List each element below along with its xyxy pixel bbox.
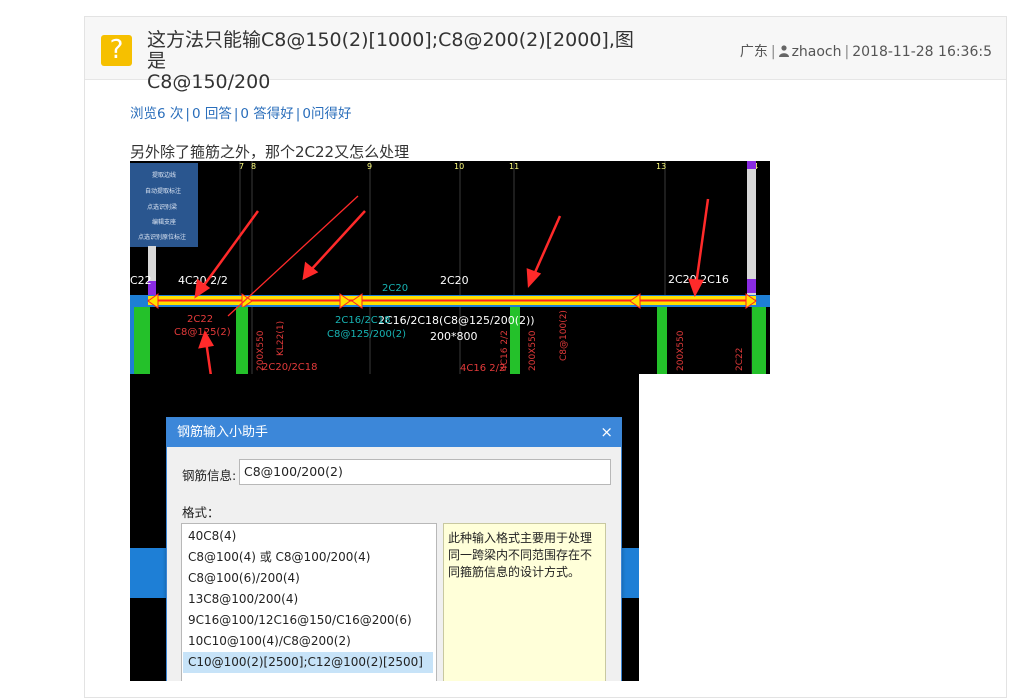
format-item[interactable]: 40C8(4): [183, 526, 433, 547]
cad-toolbar-item: 自动提取标注: [145, 187, 181, 195]
beam-strip-right: [620, 548, 639, 598]
axis-label: 13: [656, 162, 666, 171]
blank-region: [639, 374, 770, 681]
format-description: 此种输入格式主要用于处理同一跨梁内不同范围存在不同箍筋信息的设计方式。: [443, 523, 606, 681]
axis-label: 8: [251, 162, 256, 171]
cad-annotation: 4C16 2/2: [460, 363, 505, 374]
axis-label: 11: [509, 162, 519, 171]
question-title[interactable]: 这方法只能输C8@150(2)[1000];C8@200(2)[2000],图是…: [147, 30, 647, 93]
location-label: 广东: [739, 44, 768, 60]
cad-toolbar-item: 点选识别原位标注: [138, 233, 186, 241]
format-item[interactable]: C8@100(6)/200(4): [183, 568, 433, 589]
question-title-line2[interactable]: C8@150/200: [147, 72, 647, 93]
question-stats: 浏览6 次 | 0 回答 | 0 答得好 | 0问得好: [130, 106, 352, 122]
cad-annotation: 2C16/2C18: [335, 315, 391, 326]
attached-screenshot[interactable]: 提取边线 自动提取标注 点选识别梁 编辑支座 点选识别原位标注 7 8 9 10…: [130, 161, 770, 681]
cad-annotation: 4C16 2/2: [500, 330, 510, 371]
format-item[interactable]: 9C16@100/12C16@150/C16@200(6): [183, 610, 433, 631]
format-item[interactable]: C8@100(4) 或 C8@100/200(4): [183, 547, 433, 568]
question-body-text: 另外除了箍筋之外，那个2C22又怎么处理: [130, 143, 410, 161]
cad-annotation: 2C20: [440, 274, 469, 287]
cad-annotation: 2C20: [382, 283, 408, 294]
user-icon: [778, 45, 789, 57]
axis-label: 9: [367, 162, 372, 171]
cad-annotation: 2C22: [735, 348, 745, 371]
question-title-line1[interactable]: 这方法只能输C8@150(2)[1000];C8@200(2)[2000],图是: [147, 30, 647, 72]
cad-annotation: C8@100(2): [559, 310, 569, 361]
cad-toolbar-item: 提取边线: [152, 171, 176, 179]
good-answers-count: 0 答得好: [240, 106, 294, 122]
format-item[interactable]: 13C8@100/200(4): [183, 589, 433, 610]
cad-annotation: 2C16/2C18(C8@125/200(2)): [378, 314, 535, 327]
cad-drawing: 提取边线 自动提取标注 点选识别梁 编辑支座 点选识别原位标注 7 8 9 10…: [130, 161, 770, 374]
cad-annotation: 2C20/2C18: [262, 362, 318, 373]
user-link[interactable]: zhaoch: [792, 44, 842, 60]
cad-annotation: 200X550: [528, 330, 538, 371]
axis-label: 7: [239, 162, 244, 171]
format-item[interactable]: 10C10@100(4)/C8@200(2): [183, 631, 433, 652]
rebar-info-input[interactable]: C8@100/200(2): [239, 459, 611, 485]
question-meta: 广东 | zhaoch | 2018-11-28 16:36:5: [739, 44, 992, 60]
axis-label: 10: [454, 162, 464, 171]
dialog-title: 钢筋输入小助手: [177, 425, 269, 440]
post-datetime: 2018-11-28 16:36:5: [852, 44, 992, 60]
cad-annotation: 200X550: [676, 330, 686, 371]
answers-count: 0 回答: [191, 106, 232, 122]
question-mark-icon: ?: [101, 35, 132, 66]
cad-annotation: C22: [130, 274, 152, 287]
format-label: 格式：: [182, 505, 220, 520]
rebar-input-dialog: 钢筋输入小助手 × 钢筋信息: C8@100/200(2) 格式： 40C8(4…: [166, 417, 622, 681]
good-questions-count: 0问得好: [302, 106, 352, 122]
views-count: 浏览6 次: [130, 106, 184, 122]
close-icon[interactable]: ×: [600, 418, 613, 447]
beam-strip-left: [130, 548, 166, 598]
format-list[interactable]: 40C8(4) C8@100(4) 或 C8@100/200(4) C8@100…: [181, 523, 437, 681]
cad-annotation: 2C22: [187, 314, 213, 325]
format-item-selected[interactable]: C10@100(2)[2500];C12@100(2)[2500]: [183, 652, 433, 673]
rebar-info-label: 钢筋信息:: [182, 468, 237, 483]
cad-annotation: KL22(1): [276, 321, 286, 356]
dialog-titlebar[interactable]: 钢筋输入小助手 ×: [167, 418, 621, 447]
cad-toolbar-item: 点选识别梁: [147, 203, 177, 211]
cad-annotation: C8@125/200(2): [327, 329, 406, 340]
question-header: ? 这方法只能输C8@150(2)[1000];C8@200(2)[2000],…: [85, 17, 1006, 93]
cad-annotation: 200X550: [256, 330, 266, 371]
cad-annotation: C8@125(2): [174, 327, 231, 338]
cad-toolbar-item: 编辑支座: [152, 218, 176, 226]
cad-annotation: 200*800: [430, 330, 478, 343]
